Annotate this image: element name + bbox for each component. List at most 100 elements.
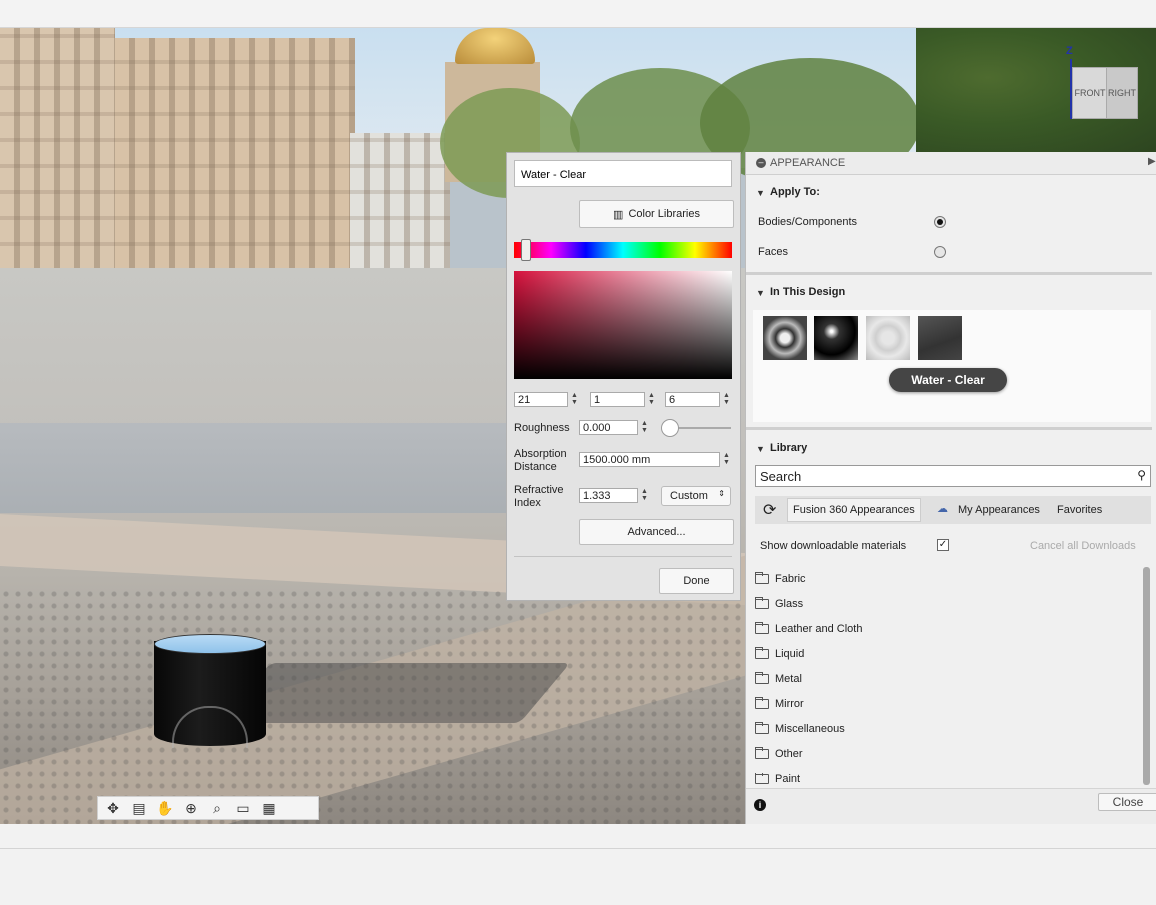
list-item-label: Other [775,748,803,760]
pan-icon[interactable]: ✋ [154,800,176,817]
list-item[interactable]: Fabric [755,572,806,585]
collapse-triangle-icon[interactable]: ▼ [756,288,765,298]
environment-building [115,38,355,268]
refresh-icon[interactable]: ⟳ [763,500,776,520]
library-tabs: ⟳ Fusion 360 Appearances ☁ My Appearance… [755,496,1151,524]
list-item[interactable]: Liquid [755,647,805,660]
green-stepper[interactable]: ▲ ▼ [647,392,656,407]
refractive-index-input[interactable]: 1.333 [579,488,638,503]
red-stepper[interactable]: ▲ ▼ [570,392,579,407]
appearance-panel: – APPEARANCE ▶ ▼ Apply To: Bodies/Compon… [745,152,1156,825]
list-item[interactable]: Miscellaneous [755,722,845,735]
appearance-swatch-chrome[interactable] [763,316,807,360]
zoom-icon[interactable]: ⊕ [180,800,202,817]
orbit-icon[interactable]: ✥ [102,800,124,817]
display-settings-icon[interactable]: ▭ [232,800,254,817]
cancel-all-downloads-link[interactable]: Cancel all Downloads [1030,540,1136,553]
blue-stepper[interactable]: ▲ ▼ [722,392,731,407]
collapse-triangle-icon[interactable]: ▼ [756,444,765,454]
tab-fusion-360-appearances[interactable]: Fusion 360 Appearances [787,498,921,522]
list-item[interactable]: Glass [755,597,804,610]
navigation-bar: ✥ ▤ ✋ ⊕ ⌕ ▭ ▦ [97,796,319,820]
absorption-distance-input[interactable]: 1500.000 mm [579,452,720,467]
red-input[interactable]: 21 [514,392,568,407]
close-button[interactable]: Close [1098,793,1156,811]
faces-radio[interactable] [934,246,946,258]
select-arrows-icon: ⇕ [718,489,725,498]
library-scrollbar[interactable] [1143,567,1150,785]
wet-pavement [0,423,510,513]
list-item-label: Fabric [775,573,806,585]
viewcube[interactable]: Z FRONT RIGHT [1060,45,1140,125]
top-toolbar [0,0,1156,28]
expand-icon[interactable]: ▶ [1148,156,1156,167]
faces-label: Faces [758,246,788,258]
minimize-icon[interactable]: – [756,158,766,168]
list-item[interactable]: Other [755,747,803,760]
bodies-components-radio[interactable] [934,216,946,228]
folder-icon [755,597,769,609]
environment-building [350,133,450,268]
color-editor-dialog: ▥ Color Libraries 21 ▲▼ 1 ▲▼ 6 ▲▼ Roughn… [506,152,741,601]
folder-icon [755,672,769,684]
list-item-label: Glass [775,598,804,610]
library-search-input[interactable]: Search ⚲ [755,465,1151,487]
done-button[interactable]: Done [659,568,734,594]
search-icon[interactable]: ⚲ [1137,468,1146,482]
grid-icon[interactable]: ▦ [258,800,280,817]
saturation-value-field[interactable] [514,271,732,379]
panel-title-bar[interactable]: – APPEARANCE ▶ [746,152,1156,175]
refractive-index-stepper[interactable]: ▲ ▼ [640,488,649,503]
color-libraries-button[interactable]: ▥ Color Libraries [579,200,734,228]
viewcube-right-face[interactable]: RIGHT [1106,67,1138,119]
roughness-stepper[interactable]: ▲ ▼ [640,420,649,435]
refractive-preset-value: Custom [670,490,708,502]
roughness-slider-thumb[interactable] [661,419,679,437]
section-divider [746,272,1152,275]
cylinder-model-top-face[interactable] [154,634,266,654]
green-input[interactable]: 1 [590,392,645,407]
roughness-input[interactable]: 0.000 [579,420,638,435]
design-appearances-list: Water - Clear [753,310,1151,422]
folder-icon [755,747,769,759]
refractive-index-label: Refractive Index [514,484,564,509]
list-item-label: Mirror [775,698,804,710]
refractive-preset-select[interactable]: Custom ⇕ [661,486,731,506]
search-placeholder: Search [760,469,802,484]
absorption-distance-stepper[interactable]: ▲ ▼ [722,452,731,467]
info-icon[interactable]: i [754,799,766,811]
environment-building [0,28,115,268]
folder-icon [755,572,769,584]
bodies-components-label: Bodies/Components [758,216,858,228]
collapse-triangle-icon[interactable]: ▼ [756,188,765,198]
hue-slider[interactable] [514,242,732,258]
tab-my-appearances[interactable]: My Appearances [958,498,1040,522]
in-this-design-heading: In This Design [770,286,846,298]
model-shadow [219,663,571,723]
appearance-swatch-water-clear[interactable] [866,316,910,360]
cloud-icon: ☁ [937,503,948,515]
blue-input[interactable]: 6 [665,392,720,407]
advanced-button[interactable]: Advanced... [579,519,734,545]
tab-favorites[interactable]: Favorites [1057,498,1102,522]
show-downloadable-checkbox[interactable]: ✓ [937,539,949,551]
folder-icon [755,647,769,659]
panel-title: APPEARANCE [770,157,846,169]
look-at-icon[interactable]: ▤ [128,800,150,817]
viewcube-front-face[interactable]: FRONT [1072,67,1108,119]
appearance-swatch-dark[interactable] [918,316,962,360]
appearance-name-field[interactable] [514,160,732,187]
list-item[interactable]: Paint [755,773,800,785]
fit-icon[interactable]: ⌕ [206,800,228,817]
hue-slider-thumb[interactable] [521,239,531,261]
folder-icon [755,622,769,634]
list-item-label: Liquid [775,648,805,660]
list-item[interactable]: Mirror [755,697,804,710]
list-item[interactable]: Metal [755,672,802,685]
list-item-label: Leather and Cloth [775,623,863,635]
list-item[interactable]: Leather and Cloth [755,622,863,635]
folder-icon [755,773,769,784]
section-divider [746,427,1152,430]
appearance-swatch-black[interactable] [814,316,858,360]
status-bar [0,824,1156,905]
